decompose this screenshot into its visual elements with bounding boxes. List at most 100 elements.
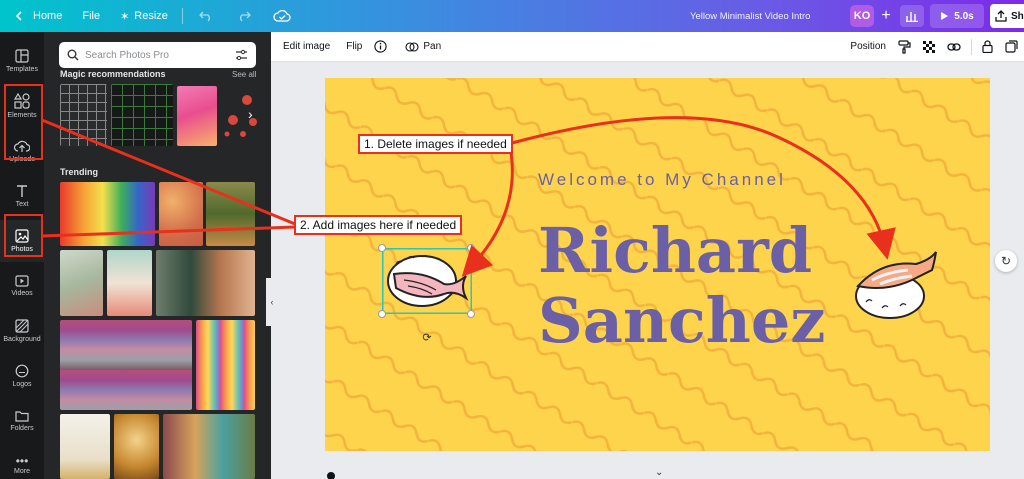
resize-handle[interactable] [467,310,475,318]
rail-item-folders[interactable]: Folders [0,400,44,442]
rotate-handle-icon[interactable]: ⟳ [420,330,434,344]
more-icon: ••• [15,454,29,468]
edit-image-label: Edit image [283,41,331,52]
refresh-icon: ↻ [1000,254,1012,268]
flip-label: Flip [346,41,363,52]
position-button[interactable]: Position [844,41,892,52]
couple-suits-thumbnail[interactable] [156,250,255,316]
paint-roller-icon [898,39,911,54]
red-dots-thumbnail[interactable] [221,86,261,146]
collapse-panel-button[interactable]: ‹ [266,278,278,326]
grid-thumbnail[interactable] [60,84,107,146]
divider [181,8,183,24]
cloud-check-icon [273,7,291,25]
resize-handle[interactable] [378,310,386,318]
chevron-down-icon[interactable]: ⌄ [655,467,663,478]
text-icon [17,185,27,197]
insights-button[interactable] [900,5,924,27]
videos-icon [15,275,29,287]
file-label: File [82,10,101,22]
file-menu[interactable]: File [72,0,110,32]
refresh-button[interactable]: ↻ [995,250,1017,272]
transparency-button[interactable] [917,40,941,53]
party-thumbnail[interactable] [163,414,255,479]
resize-handle[interactable] [467,244,475,252]
chevron-right-icon[interactable]: › [248,106,253,122]
annotation-add-images: 2. Add images here if needed [294,215,463,235]
rail-item-templates[interactable]: Templates [0,40,44,82]
couple-photo-thumbnail[interactable] [177,86,217,146]
photos-panel: Search Photos Pro Magic recommendations … [44,32,271,479]
bottom-dot [327,472,335,479]
sushi-image[interactable] [852,246,938,322]
trending-title: Trending [60,167,98,177]
duplicate-button[interactable] [999,40,1024,53]
rail-item-background[interactable]: Background [0,310,44,352]
position-label: Position [850,41,886,52]
resize-handle[interactable] [378,244,386,252]
add-collaborator-button[interactable]: + [876,6,896,26]
link-button[interactable] [941,42,967,52]
rail-label: More [14,468,30,475]
cloud-save-button[interactable] [263,0,301,32]
welcome-text[interactable]: Welcome to My Channel [538,170,786,190]
edit-image-button[interactable]: Edit image [277,41,336,52]
play-duration: 5.0s [954,10,974,22]
info-icon [374,40,388,53]
annotation-delete-images: 1. Delete images if needed [358,134,513,154]
search-input[interactable]: Search Photos Pro [85,50,229,61]
highlight-photos [4,214,43,257]
pan-button[interactable]: Pan [399,41,447,53]
info-button[interactable] [368,40,393,53]
search-box[interactable]: Search Photos Pro [59,42,256,68]
redo-icon [235,7,253,25]
share-button[interactable]: Sh [990,4,1024,28]
share-icon [995,10,1007,22]
name-line-2[interactable]: Sanchez [538,286,826,356]
rail-item-logos[interactable]: Logos [0,355,44,397]
link-icon [947,42,961,51]
name-line-1[interactable]: Richard [538,216,812,286]
glitter-flag-thumbnail[interactable] [60,320,192,410]
divider [971,38,972,55]
dancer-thumbnail[interactable] [114,414,159,479]
pastel-art-thumbnail[interactable] [107,250,152,316]
filter-icon[interactable] [235,49,248,61]
resize-button[interactable]: ✶ Resize [110,0,178,32]
rail-item-more[interactable]: ••• More [0,445,44,479]
rail-label: Videos [11,290,33,297]
undo-button[interactable] [187,0,225,32]
share-label: Sh [1011,10,1024,22]
hands-thumbnail[interactable] [60,250,103,316]
rail-label: Templates [6,66,38,73]
magic-recommendations-title: Magic recommendations [60,69,166,79]
paint-format-button[interactable] [892,39,917,54]
selected-sushi-image[interactable] [382,248,472,314]
folders-icon [15,411,29,422]
undo-icon [197,7,215,25]
green-grid-thumbnail[interactable] [111,84,173,146]
pan-icon [405,41,419,52]
avatar[interactable]: KO [850,5,874,27]
plus-icon: + [881,7,891,24]
lock-button[interactable] [976,40,999,53]
jewelry-thumbnail[interactable] [159,182,203,246]
logos-icon [15,364,29,378]
search-icon [67,49,79,61]
men-outdoor-thumbnail[interactable] [206,182,255,246]
highlight-elements-uploads [4,84,43,160]
rail-item-text[interactable]: Text [0,175,44,217]
play-button[interactable]: 5.0s [930,4,984,28]
redo-button[interactable] [225,0,263,32]
streamers-thumbnail[interactable] [196,320,255,410]
rail-item-videos[interactable]: Videos [0,265,44,307]
rail-label: Folders [10,425,34,432]
home-button[interactable]: Home [0,0,72,32]
sculpture-thumbnail[interactable] [60,414,110,479]
document-title[interactable]: Yellow Minimalist Video Intro [690,0,810,32]
chevron-left-icon [10,7,28,25]
flip-button[interactable]: Flip [340,41,368,52]
see-all-link[interactable]: See all [232,70,256,79]
chevron-left-icon: ‹ [270,297,274,307]
pride-flag-thumbnail[interactable] [60,182,155,246]
